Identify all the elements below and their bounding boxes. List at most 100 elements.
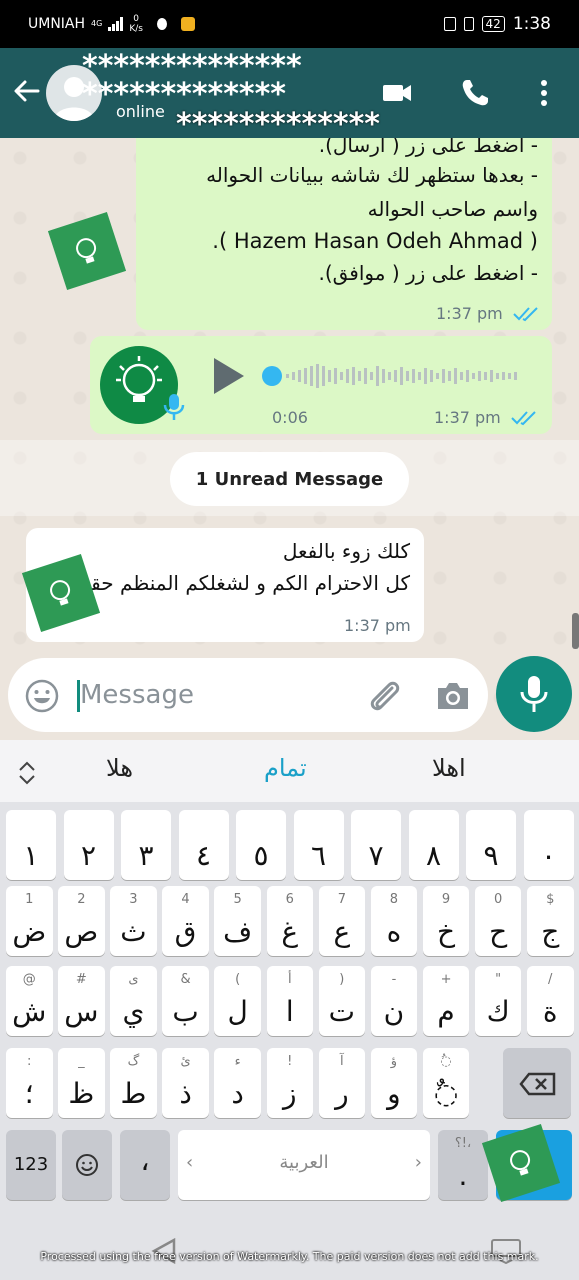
key-label: ٥ <box>253 839 269 872</box>
period-key-sub: ؟!، <box>454 1136 472 1151</box>
key-secondary-label: أ <box>287 972 292 987</box>
digit-key[interactable]: ٤ <box>178 810 229 880</box>
letter-key[interactable]: 1ض <box>6 886 53 956</box>
key-label: ٦ <box>310 839 327 872</box>
space-key[interactable]: العربية ‹ › <box>178 1130 430 1200</box>
key-label: ب <box>172 995 199 1028</box>
letter-key[interactable]: & ب <box>162 966 209 1036</box>
message-line: ( Hazem Hasan Odeh Ahmad ). <box>212 229 538 253</box>
period-key[interactable]: ؟!، . <box>438 1130 488 1200</box>
key-label: ٩ <box>483 839 499 872</box>
letter-key[interactable]: 2ص <box>58 886 105 956</box>
comma-key[interactable]: ، <box>120 1130 170 1200</box>
letter-key[interactable]: # س <box>58 966 105 1036</box>
expand-suggestions-icon[interactable] <box>16 760 38 786</box>
contact-status: online <box>116 102 165 121</box>
digit-key[interactable]: ٧ <box>351 810 401 880</box>
digit-key[interactable]: ١ <box>6 810 56 880</box>
status-bar: UMNIAH 4G 0 K/s 42 1:38 <box>0 0 579 48</box>
key-secondary-label: ( <box>235 972 241 987</box>
key-secondary-label: " <box>495 972 502 987</box>
numbers-key[interactable]: 123 <box>6 1130 56 1200</box>
signal-icon <box>108 17 124 31</box>
letter-key[interactable]: ◌ُ ◌ٌ <box>422 1048 470 1118</box>
letter-key[interactable]: ئذ <box>162 1048 209 1118</box>
key-secondary-label: ء <box>234 1054 241 1069</box>
letter-key[interactable]: / ة <box>527 966 574 1036</box>
letter-key[interactable]: _ ظ <box>58 1048 105 1118</box>
key-label: ة <box>542 995 558 1028</box>
emoji-key-icon <box>76 1154 98 1176</box>
letter-key[interactable]: @ ش <box>6 966 53 1036</box>
key-label: ٧ <box>368 839 384 872</box>
digit-key[interactable]: ٦ <box>293 810 344 880</box>
mic-badge-icon <box>163 394 185 420</box>
message-input[interactable]: Message <box>8 658 488 732</box>
key-secondary-label: / <box>548 972 553 987</box>
letter-key[interactable]: ؤو <box>370 1048 418 1118</box>
letter-key[interactable]: أا <box>266 966 313 1036</box>
emoji-key[interactable] <box>62 1130 112 1200</box>
digit-key[interactable]: ٩ <box>466 810 516 880</box>
digit-key[interactable]: ٣ <box>121 810 171 880</box>
emoji-icon[interactable] <box>24 678 60 714</box>
suggestion-item-primary[interactable]: تمام <box>264 754 307 782</box>
voice-progress-dot[interactable] <box>262 366 282 386</box>
comma-key-label: ، <box>140 1144 150 1177</box>
suggestion-item[interactable]: هلا <box>106 754 133 782</box>
letter-key[interactable]: (ل <box>214 966 261 1036</box>
letter-key[interactable]: " ك <box>474 966 522 1036</box>
letter-key[interactable]: 4ق <box>162 886 209 956</box>
letter-key[interactable]: 6غ <box>266 886 313 956</box>
digit-key[interactable]: ٨ <box>408 810 459 880</box>
scrollbar-thumb[interactable] <box>572 613 579 649</box>
key-secondary-label: 2 <box>77 892 86 907</box>
letter-key[interactable]: ىي <box>110 966 157 1036</box>
letter-key[interactable]: 8ه <box>370 886 418 956</box>
key-label: ج <box>541 915 560 948</box>
digit-key[interactable]: ٥ <box>236 810 286 880</box>
voice-call-icon[interactable] <box>458 76 492 110</box>
letter-key[interactable]: $ ج <box>527 886 574 956</box>
letter-key[interactable]: 9خ <box>422 886 470 956</box>
key-label: ت <box>328 995 356 1028</box>
key-label: ر <box>335 1077 349 1110</box>
letter-key[interactable]: : ؛ <box>6 1048 53 1118</box>
key-secondary-label: 9 <box>441 892 451 907</box>
voice-waveform[interactable] <box>286 360 530 392</box>
backspace-key[interactable] <box>503 1048 571 1118</box>
digit-key[interactable]: ٢ <box>63 810 114 880</box>
space-right-chevron-icon: › <box>414 1152 422 1173</box>
letter-key[interactable]: ! ز <box>266 1048 313 1118</box>
key-label: س <box>64 995 99 1028</box>
key-label: ز <box>282 1077 297 1110</box>
video-call-icon[interactable] <box>380 76 414 110</box>
suggestion-item[interactable]: اهلا <box>432 754 466 782</box>
letter-key[interactable]: -ن <box>370 966 418 1036</box>
voice-record-button[interactable] <box>496 656 572 732</box>
letter-key[interactable]: گط <box>110 1048 157 1118</box>
key-label: ا <box>285 995 294 1028</box>
play-icon[interactable] <box>210 356 246 396</box>
outgoing-message-bubble[interactable]: - اضغط على زر ( ارسال). - بعدها ستظهر لك… <box>136 138 552 330</box>
key-secondary-label: ى <box>128 972 139 987</box>
carrier-name: UMNIAH <box>28 16 86 32</box>
letter-key[interactable]: 5ف <box>214 886 261 956</box>
back-arrow-icon[interactable] <box>12 76 42 106</box>
camera-icon[interactable] <box>434 678 472 714</box>
letter-key[interactable]: ) ت <box>318 966 366 1036</box>
more-options-icon[interactable] <box>527 76 561 110</box>
key-label: ل <box>227 995 248 1028</box>
key-secondary-label: 0 <box>494 892 503 907</box>
letter-key[interactable]: 0ح <box>474 886 522 956</box>
letter-key[interactable]: 7ع <box>318 886 366 956</box>
letter-key[interactable]: ءد <box>214 1048 261 1118</box>
key-label: ظ <box>68 1077 95 1110</box>
outgoing-voice-message[interactable]: 0:06 1:37 pm <box>90 336 552 434</box>
letter-key[interactable]: آر <box>318 1048 366 1118</box>
letter-key[interactable]: 3ث <box>110 886 157 956</box>
digit-key[interactable]: ٠ <box>523 810 574 880</box>
letter-key[interactable]: + م <box>422 966 470 1036</box>
attach-icon[interactable] <box>364 676 404 716</box>
key-label: م <box>437 995 455 1028</box>
